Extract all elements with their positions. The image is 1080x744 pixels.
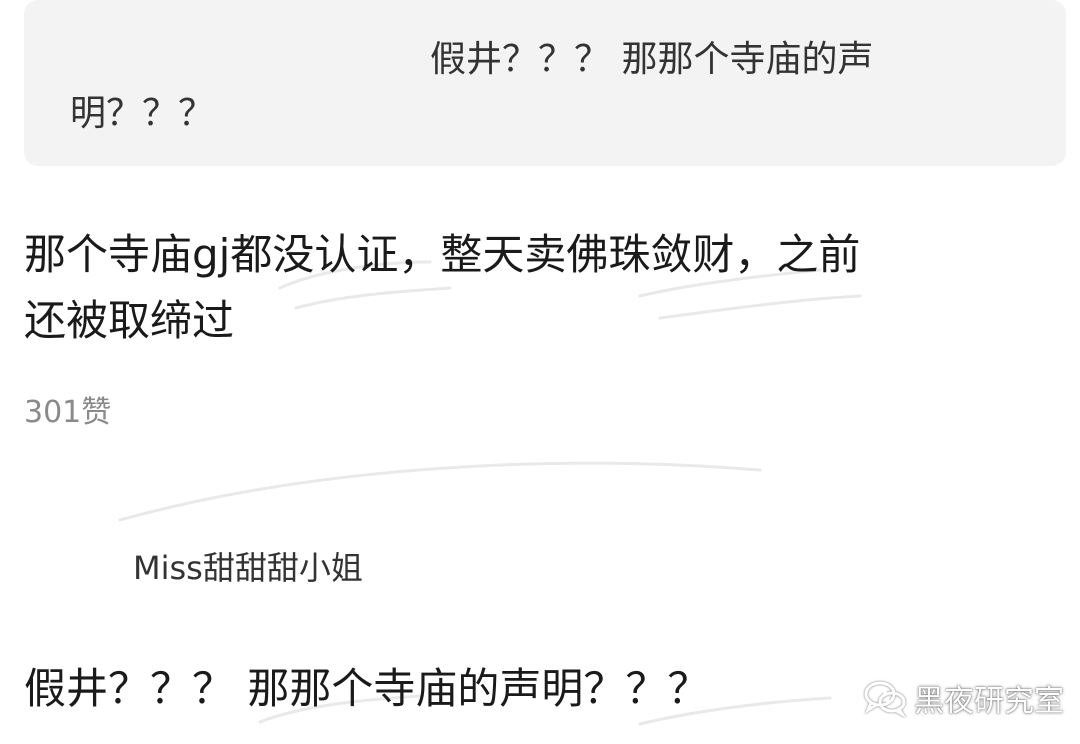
quoted-reply-line-1: 假井？？？ 那那个寺庙的声 bbox=[430, 39, 874, 80]
avatar[interactable] bbox=[34, 536, 106, 608]
wechat-account-name: 黑夜研究室 bbox=[914, 684, 1064, 719]
quoted-reply-line-2: 明？？？ bbox=[70, 93, 215, 134]
comment-body-line-1: 那个寺庙gj都没认证，整天卖佛珠敛财，之前 bbox=[24, 230, 861, 279]
like-count[interactable]: 301赞 bbox=[24, 398, 111, 428]
quoted-reply-box: 假井？？？ 那那个寺庙的声 明？？？ bbox=[24, 0, 1066, 166]
like-count-label[interactable]: 301赞 bbox=[24, 395, 111, 430]
reply-username[interactable]: Miss甜甜甜小姐 bbox=[133, 552, 363, 584]
wechat-icon bbox=[862, 678, 908, 719]
wechat-watermark: 黑夜研究室 bbox=[862, 676, 1064, 720]
reply-body: 假井？？？ 那那个寺庙的声明？？？ bbox=[24, 664, 710, 713]
comment-body: 那个寺庙gj都没认证，整天卖佛珠敛财，之前 还被取缔过 bbox=[24, 222, 1054, 354]
comment-body-line-2: 还被取缔过 bbox=[24, 296, 235, 345]
